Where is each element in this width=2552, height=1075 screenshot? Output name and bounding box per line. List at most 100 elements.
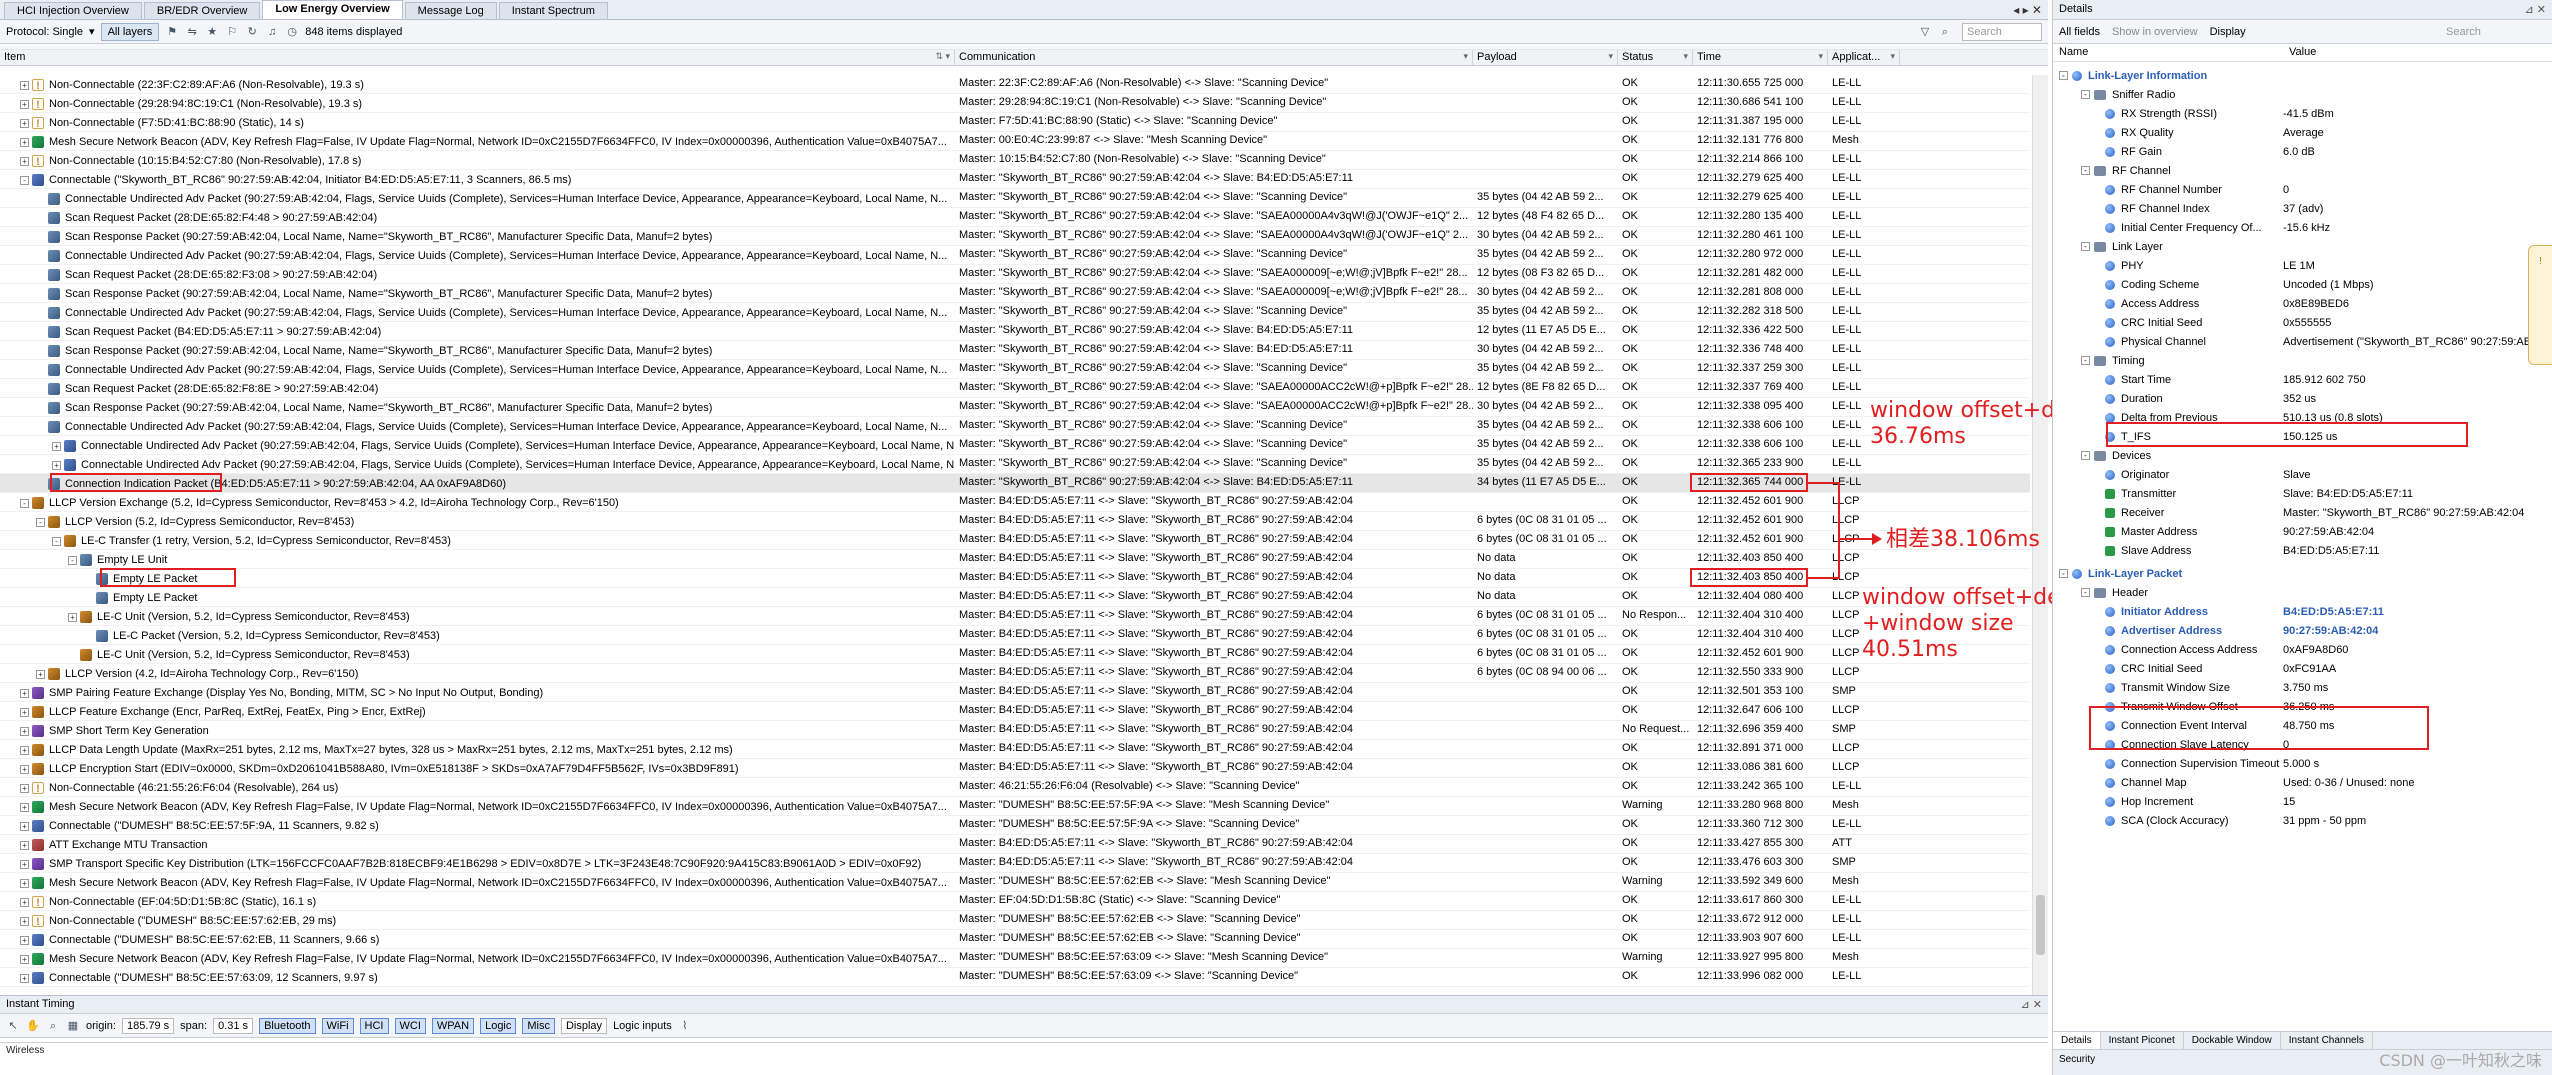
details-field[interactable]: RF Channel Index 37 (adv) bbox=[2053, 199, 2552, 218]
expand-icon[interactable]: + bbox=[20, 954, 29, 964]
details-field[interactable]: Slave Address B4:ED:D5:A5:E7:11 bbox=[2053, 541, 2552, 560]
collapse-icon[interactable]: - bbox=[2081, 242, 2090, 251]
side-notification-badge[interactable]: ! bbox=[2528, 245, 2552, 365]
bluetooth-button[interactable]: Bluetooth bbox=[259, 1017, 316, 1034]
expand-icon[interactable]: + bbox=[20, 916, 29, 926]
table-row[interactable]: + Mesh Secure Network Beacon (ADV, Key Re… bbox=[0, 797, 2030, 816]
logic-button[interactable]: Logic bbox=[480, 1017, 517, 1034]
table-row[interactable]: + SMP Transport Specific Key Distribution… bbox=[0, 854, 2030, 873]
table-row[interactable]: Scan Request Packet (28:DE:65:82:F4:48 >… bbox=[0, 208, 2030, 227]
details-field[interactable]: Start Time 185.912 602 750 bbox=[2053, 370, 2552, 389]
details-field[interactable]: Master Address 90:27:59:AB:42:04 bbox=[2053, 522, 2552, 541]
refresh-icon[interactable]: ↻ bbox=[245, 25, 259, 39]
tab-dockable-window[interactable]: Dockable Window bbox=[2184, 1032, 2281, 1049]
pin-icon[interactable]: ⊿ ✕ bbox=[2021, 998, 2043, 1011]
collapse-icon[interactable]: - bbox=[2081, 588, 2090, 597]
column-communication[interactable]: Communication ▾ bbox=[955, 50, 1473, 65]
column-status[interactable]: Status ▾ bbox=[1618, 50, 1693, 65]
tab-hci-injection-overview[interactable]: HCI Injection Overview bbox=[4, 2, 142, 19]
table-row[interactable]: +! Non-Connectable (29:28:94:8C:19:C1 (No… bbox=[0, 94, 2030, 113]
misc-button[interactable]: Misc bbox=[522, 1017, 555, 1034]
details-group[interactable]: - Link Layer bbox=[2053, 237, 2552, 256]
table-row[interactable]: + SMP Short Term Key Generation Master: B4… bbox=[0, 721, 2030, 740]
table-row[interactable]: Connectable Undirected Adv Packet (90:27… bbox=[0, 360, 2030, 379]
expand-icon[interactable]: + bbox=[20, 821, 29, 831]
table-row[interactable]: + LE-C Unit (Version, 5.2, Id=Cypress Sem… bbox=[0, 607, 2030, 626]
collapse-icon[interactable]: - bbox=[36, 517, 45, 527]
origin-field[interactable]: 185.79 s bbox=[121, 1017, 175, 1034]
table-row[interactable]: + Mesh Secure Network Beacon (ADV, Key Re… bbox=[0, 132, 2030, 151]
details-field[interactable]: Coding Scheme Uncoded (1 Mbps) bbox=[2053, 275, 2552, 294]
table-row[interactable]: - LE-C Transfer (1 retry, Version, 5.2, I… bbox=[0, 531, 2030, 550]
table-row[interactable]: Connectable Undirected Adv Packet (90:27… bbox=[0, 303, 2030, 322]
collapse-icon[interactable]: - bbox=[2081, 356, 2090, 365]
clock-icon[interactable]: ◷ bbox=[285, 25, 299, 39]
expand-icon[interactable]: + bbox=[20, 726, 29, 736]
details-section[interactable]: - Link-Layer Information bbox=[2053, 66, 2552, 85]
details-field[interactable]: Advertiser Address 90:27:59:AB:42:04 bbox=[2053, 621, 2552, 640]
search-icon[interactable]: ⌕ bbox=[1938, 25, 1952, 39]
tab-details[interactable]: Details bbox=[2053, 1032, 2101, 1049]
wpan-button[interactable]: WPAN bbox=[431, 1017, 475, 1034]
table-row[interactable]: +! Non-Connectable (10:15:B4:52:C7:80 (No… bbox=[0, 151, 2030, 170]
tab-instant-spectrum[interactable]: Instant Spectrum bbox=[498, 2, 608, 19]
details-field[interactable]: PHY LE 1M bbox=[2053, 256, 2552, 275]
pointer-icon[interactable]: ↖ bbox=[6, 1019, 20, 1033]
details-field[interactable]: Access Address 0x8E89BED6 bbox=[2053, 294, 2552, 313]
tab-message-log[interactable]: Message Log bbox=[404, 2, 497, 19]
table-row[interactable]: + LLCP Feature Exchange (Encr, ParReq, Ex… bbox=[0, 702, 2030, 721]
wifi-button[interactable]: WiFi bbox=[321, 1017, 354, 1034]
expand-icon[interactable]: + bbox=[20, 137, 29, 147]
table-row[interactable]: - LLCP Version (5.2, Id=Cypress Semicondu… bbox=[0, 512, 2030, 531]
filter-icon[interactable]: ⚑ bbox=[165, 25, 179, 39]
layout-icon[interactable]: ▦ bbox=[66, 1019, 80, 1033]
table-row[interactable]: + Connectable ("DUMESH" B8:5C:EE:57:63:09… bbox=[0, 968, 2030, 987]
collapse-icon[interactable]: - bbox=[2059, 71, 2068, 80]
table-row[interactable]: Empty LE Packet Master: B4:ED:D5:A5:E7:11… bbox=[0, 588, 2030, 607]
details-field[interactable]: RF Gain 6.0 dB bbox=[2053, 142, 2552, 161]
table-row[interactable]: Scan Response Packet (90:27:59:AB:42:04,… bbox=[0, 284, 2030, 303]
expand-icon[interactable]: + bbox=[36, 669, 45, 679]
details-field[interactable]: CRC Initial Seed 0xFC91AA bbox=[2053, 659, 2552, 678]
collapse-icon[interactable]: - bbox=[2059, 569, 2068, 578]
tab-instant-piconet[interactable]: Instant Piconet bbox=[2101, 1032, 2184, 1049]
table-row[interactable]: Scan Request Packet (28:DE:65:82:F8:8E >… bbox=[0, 379, 2030, 398]
protocol-select[interactable]: Protocol: Single bbox=[6, 26, 83, 38]
details-field[interactable]: RX Strength (RSSI) -41.5 dBm bbox=[2053, 104, 2552, 123]
link-icon[interactable]: ⇋ bbox=[185, 25, 199, 39]
details-field[interactable]: Hop Increment 15 bbox=[2053, 792, 2552, 811]
details-field[interactable]: Receiver Master: "Skyworth_BT_RC86" 90:27… bbox=[2053, 503, 2552, 522]
table-row[interactable]: - Empty LE Unit Master: B4:ED:D5:A5:E7:11 … bbox=[0, 550, 2030, 569]
details-field[interactable]: Transmit Window Size 3.750 ms bbox=[2053, 678, 2552, 697]
table-row[interactable]: + Mesh Secure Network Beacon (ADV, Key Re… bbox=[0, 873, 2030, 892]
expand-icon[interactable]: + bbox=[20, 878, 29, 888]
tab-instant-channels[interactable]: Instant Channels bbox=[2281, 1032, 2373, 1049]
expand-icon[interactable]: + bbox=[20, 99, 29, 109]
details-field[interactable]: SCA (Clock Accuracy) 31 ppm - 50 ppm bbox=[2053, 811, 2552, 830]
table-row[interactable]: +! Non-Connectable (F7:5D:41:BC:88:90 (St… bbox=[0, 113, 2030, 132]
expand-icon[interactable]: + bbox=[68, 612, 77, 622]
expand-icon[interactable]: + bbox=[20, 840, 29, 850]
collapse-icon[interactable]: - bbox=[68, 555, 77, 565]
column-payload[interactable]: Payload ▾ bbox=[1473, 50, 1618, 65]
column-application[interactable]: Applicat... ▾ bbox=[1828, 50, 1900, 65]
table-row[interactable]: + SMP Pairing Feature Exchange (Display Y… bbox=[0, 683, 2030, 702]
table-row[interactable]: + LLCP Data Length Update (MaxRx=251 byte… bbox=[0, 740, 2030, 759]
table-row[interactable]: +! Non-Connectable (46:21:55:26:F6:04 (Re… bbox=[0, 778, 2030, 797]
zoom-icon[interactable]: ⌕ bbox=[46, 1019, 60, 1033]
details-section[interactable]: - Link-Layer Packet bbox=[2053, 564, 2552, 583]
table-row[interactable]: Scan Response Packet (90:27:59:AB:42:04,… bbox=[0, 398, 2030, 417]
all-fields-toggle[interactable]: All fields bbox=[2059, 26, 2100, 38]
expand-icon[interactable]: + bbox=[20, 802, 29, 812]
details-field[interactable]: Connection Supervision Timeout 5.000 s bbox=[2053, 754, 2552, 773]
table-row[interactable]: + Connectable ("DUMESH" B8:5C:EE:57:5F:9A… bbox=[0, 816, 2030, 835]
details-field[interactable]: Initiator Address B4:ED:D5:A5:E7:11 bbox=[2053, 602, 2552, 621]
column-time[interactable]: Time ▾ bbox=[1693, 50, 1828, 65]
expand-icon[interactable]: + bbox=[20, 783, 29, 793]
expand-icon[interactable]: + bbox=[20, 764, 29, 774]
wci-button[interactable]: WCI bbox=[394, 1017, 426, 1034]
table-row[interactable]: + Connectable Undirected Adv Packet (90:2… bbox=[0, 455, 2030, 474]
details-group[interactable]: - Sniffer Radio bbox=[2053, 85, 2552, 104]
expand-icon[interactable]: + bbox=[20, 897, 29, 907]
details-group[interactable]: - Devices bbox=[2053, 446, 2552, 465]
